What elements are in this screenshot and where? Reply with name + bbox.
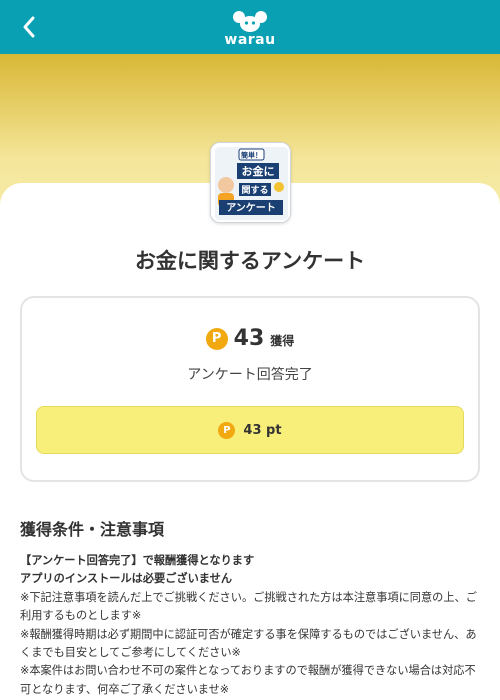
offer-title: お金に関するアンケート [134, 249, 366, 273]
point-coin-icon: P [205, 327, 228, 350]
points-button[interactable]: P 43 pt [36, 406, 464, 454]
condition-line: ※本案件はお問い合わせ不可の案件となっておりますので報酬が獲得できない場合は対応… [20, 664, 476, 696]
points-row: P 43 獲得 [22, 326, 478, 351]
back-button[interactable] [14, 12, 44, 42]
chevron-left-icon [23, 16, 35, 38]
thumb-text-survey: アンケート [226, 202, 276, 214]
reward-card: P 43 獲得 アンケート回答完了 P 43 pt [20, 296, 480, 482]
logo-text: warau [224, 31, 276, 48]
offer-thumbnail: 簡単！ お金に 関する アンケート [210, 142, 291, 223]
thumb-text-easy: 簡単！ [240, 151, 262, 160]
condition-line: 【アンケート回答完了】で報酬獲得となります [20, 554, 255, 567]
logo-mark-icon [232, 10, 267, 32]
points-button-label: 43 pt [243, 422, 282, 438]
condition-line: アプリのインストールは必要ございません [20, 572, 233, 586]
points-label: 獲得 [270, 334, 295, 348]
conditions-notes: 【アンケート回答完了】で報酬獲得となります アプリのインストールは必要ございませ… [20, 552, 482, 699]
condition-line: ※下記注意事項を読んだ上でご挑戦ください。ご挑戦された方は本注意事項に同意の上、… [20, 590, 477, 623]
thumb-text-money: お金に [242, 164, 275, 178]
conditions-heading: 獲得条件・注意事項 [20, 520, 165, 539]
app-header: warau [0, 0, 500, 54]
point-coin-small-icon: P [218, 421, 236, 439]
warau-logo[interactable]: warau [224, 10, 275, 47]
completion-status: アンケート回答完了 [187, 367, 313, 383]
condition-line: ※報酬獲得時期は必ず期間中に認証可否が確定する事を保障するものではございません、… [20, 627, 477, 660]
thumb-text-about: 関する [241, 185, 268, 196]
points-value: 43 [233, 326, 265, 351]
